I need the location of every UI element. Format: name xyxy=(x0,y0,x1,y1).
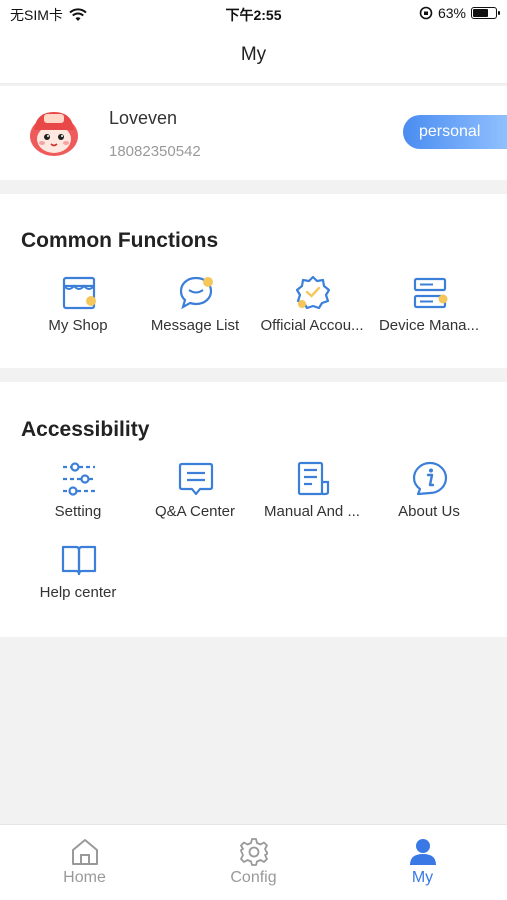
qa-center-item[interactable]: Q&A Center xyxy=(132,460,258,530)
verified-badge-icon xyxy=(295,275,331,310)
official-account-item[interactable]: Official Accou... xyxy=(249,274,375,344)
status-bar: 无SIM卡 下午2:55 63% xyxy=(0,0,507,28)
status-right: 63% xyxy=(419,5,500,21)
tab-label: Home xyxy=(63,869,106,886)
sliders-icon xyxy=(63,462,95,496)
avatar[interactable] xyxy=(28,106,80,158)
message-bubble-icon xyxy=(179,276,213,310)
profile-phone: 18082350542 xyxy=(109,143,201,160)
gear-icon xyxy=(240,838,268,866)
common-functions-section: Common Functions My Shop Message List Of… xyxy=(0,194,507,368)
item-label: Manual And ... xyxy=(264,503,360,520)
section-title: Common Functions xyxy=(21,229,219,252)
info-icon xyxy=(412,461,448,496)
shop-icon xyxy=(62,276,96,310)
tab-my[interactable]: My xyxy=(338,825,507,900)
message-list-item[interactable]: Message List xyxy=(132,274,258,344)
help-center-item[interactable]: Help center xyxy=(15,541,141,611)
tab-label: Config xyxy=(230,869,277,886)
profile-card[interactable]: Loveven 18082350542 personal xyxy=(0,86,507,180)
device-server-icon xyxy=(413,277,448,309)
item-label: About Us xyxy=(398,503,460,520)
accessibility-section: Accessibility Setting Q&A Center Manual … xyxy=(0,382,507,637)
home-icon xyxy=(72,839,98,865)
section-title: Accessibility xyxy=(21,418,150,441)
tab-home[interactable]: Home xyxy=(0,825,169,900)
my-shop-item[interactable]: My Shop xyxy=(15,274,141,344)
battery-icon xyxy=(471,7,500,19)
battery-fill xyxy=(473,9,489,17)
about-us-item[interactable]: About Us xyxy=(366,460,492,530)
item-label: Device Mana... xyxy=(378,317,480,334)
setting-item[interactable]: Setting xyxy=(15,460,141,530)
person-icon xyxy=(410,839,436,865)
chat-box-icon xyxy=(178,462,214,496)
profile-name: Loveven xyxy=(109,108,178,128)
open-book-icon xyxy=(61,545,97,576)
tab-config[interactable]: Config xyxy=(169,825,338,900)
personal-badge[interactable]: personal xyxy=(403,115,507,149)
item-label: Help center xyxy=(39,584,117,601)
tab-bar: Home Config My xyxy=(0,824,507,900)
page-title: My xyxy=(240,44,267,65)
tab-label: My xyxy=(411,869,434,886)
manual-document-icon xyxy=(297,461,330,496)
item-label: Q&A Center xyxy=(154,503,236,520)
item-label: My Shop xyxy=(48,317,108,334)
item-label: Setting xyxy=(54,503,102,520)
item-label: Official Accou... xyxy=(260,317,364,334)
battery-percent: 63% xyxy=(437,5,466,21)
device-management-item[interactable]: Device Mana... xyxy=(366,274,492,344)
orientation-lock-icon xyxy=(419,6,433,20)
item-label: Message List xyxy=(150,317,240,334)
manual-item[interactable]: Manual And ... xyxy=(249,460,375,530)
nav-bar: My xyxy=(0,28,507,84)
